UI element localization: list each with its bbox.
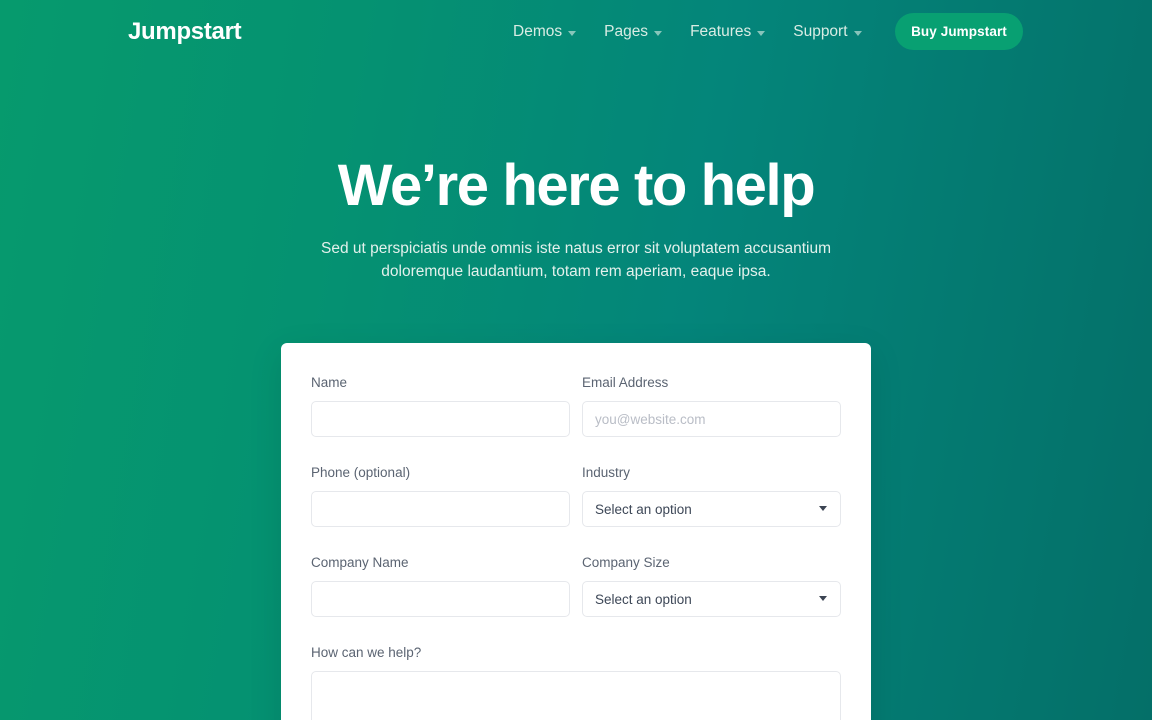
field-email: Email Address (582, 373, 841, 437)
field-company-size: Company Size Select an option (582, 553, 841, 617)
email-label: Email Address (582, 375, 669, 390)
brand-logo[interactable]: Jumpstart (128, 19, 242, 45)
company-size-select[interactable]: Select an option (582, 581, 841, 617)
industry-label: Industry (582, 465, 631, 480)
nav-item-label: Support (793, 23, 848, 40)
company-size-label: Company Size (582, 555, 670, 570)
chevron-down-icon (568, 30, 577, 36)
industry-select[interactable]: Select an option (582, 491, 841, 527)
hero-subtitle: Sed ut perspiciatis unde omnis iste natu… (320, 240, 832, 280)
field-industry: Industry Select an option (582, 463, 841, 527)
company-name-input[interactable] (311, 581, 570, 617)
hero-section: We’re here to help Sed ut perspiciatis u… (0, 150, 1152, 283)
chevron-down-icon (654, 30, 663, 36)
industry-select-wrap: Select an option (582, 491, 841, 527)
nav-item-support[interactable]: Support (779, 18, 875, 46)
chevron-down-icon (853, 30, 862, 36)
contact-form-card: Name Email Address Phone (optional) Indu… (281, 343, 871, 720)
nav-item-demos[interactable]: Demos (505, 18, 590, 46)
main-navigation: Demos Pages Features Support (505, 18, 876, 46)
form-field-grid: Name Email Address Phone (optional) Indu… (311, 373, 841, 617)
company-name-label: Company Name (311, 555, 409, 570)
name-input[interactable] (311, 401, 570, 437)
name-label: Name (311, 375, 348, 390)
buy-jumpstart-button[interactable]: Buy Jumpstart (895, 13, 1023, 50)
email-input[interactable] (582, 401, 841, 437)
message-label: How can we help? (311, 645, 422, 660)
page-title: We’re here to help (337, 153, 816, 218)
field-name: Name (311, 373, 570, 437)
nav-item-label: Demos (513, 23, 563, 40)
nav-item-pages[interactable]: Pages (590, 18, 676, 46)
row-spacer (311, 527, 841, 553)
nav-item-label: Features (690, 23, 752, 40)
field-message: How can we help? (311, 643, 841, 720)
site-header: Jumpstart Demos Pages Features Support B… (0, 0, 1152, 64)
chevron-down-icon (757, 30, 766, 36)
field-company-name: Company Name (311, 553, 570, 617)
phone-label: Phone (optional) (311, 465, 411, 480)
row-spacer (311, 437, 841, 463)
nav-item-label: Pages (604, 23, 649, 40)
field-phone: Phone (optional) (311, 463, 570, 527)
message-textarea[interactable] (311, 671, 841, 720)
company-size-select-wrap: Select an option (582, 581, 841, 617)
nav-item-features[interactable]: Features (676, 18, 779, 46)
phone-input[interactable] (311, 491, 570, 527)
